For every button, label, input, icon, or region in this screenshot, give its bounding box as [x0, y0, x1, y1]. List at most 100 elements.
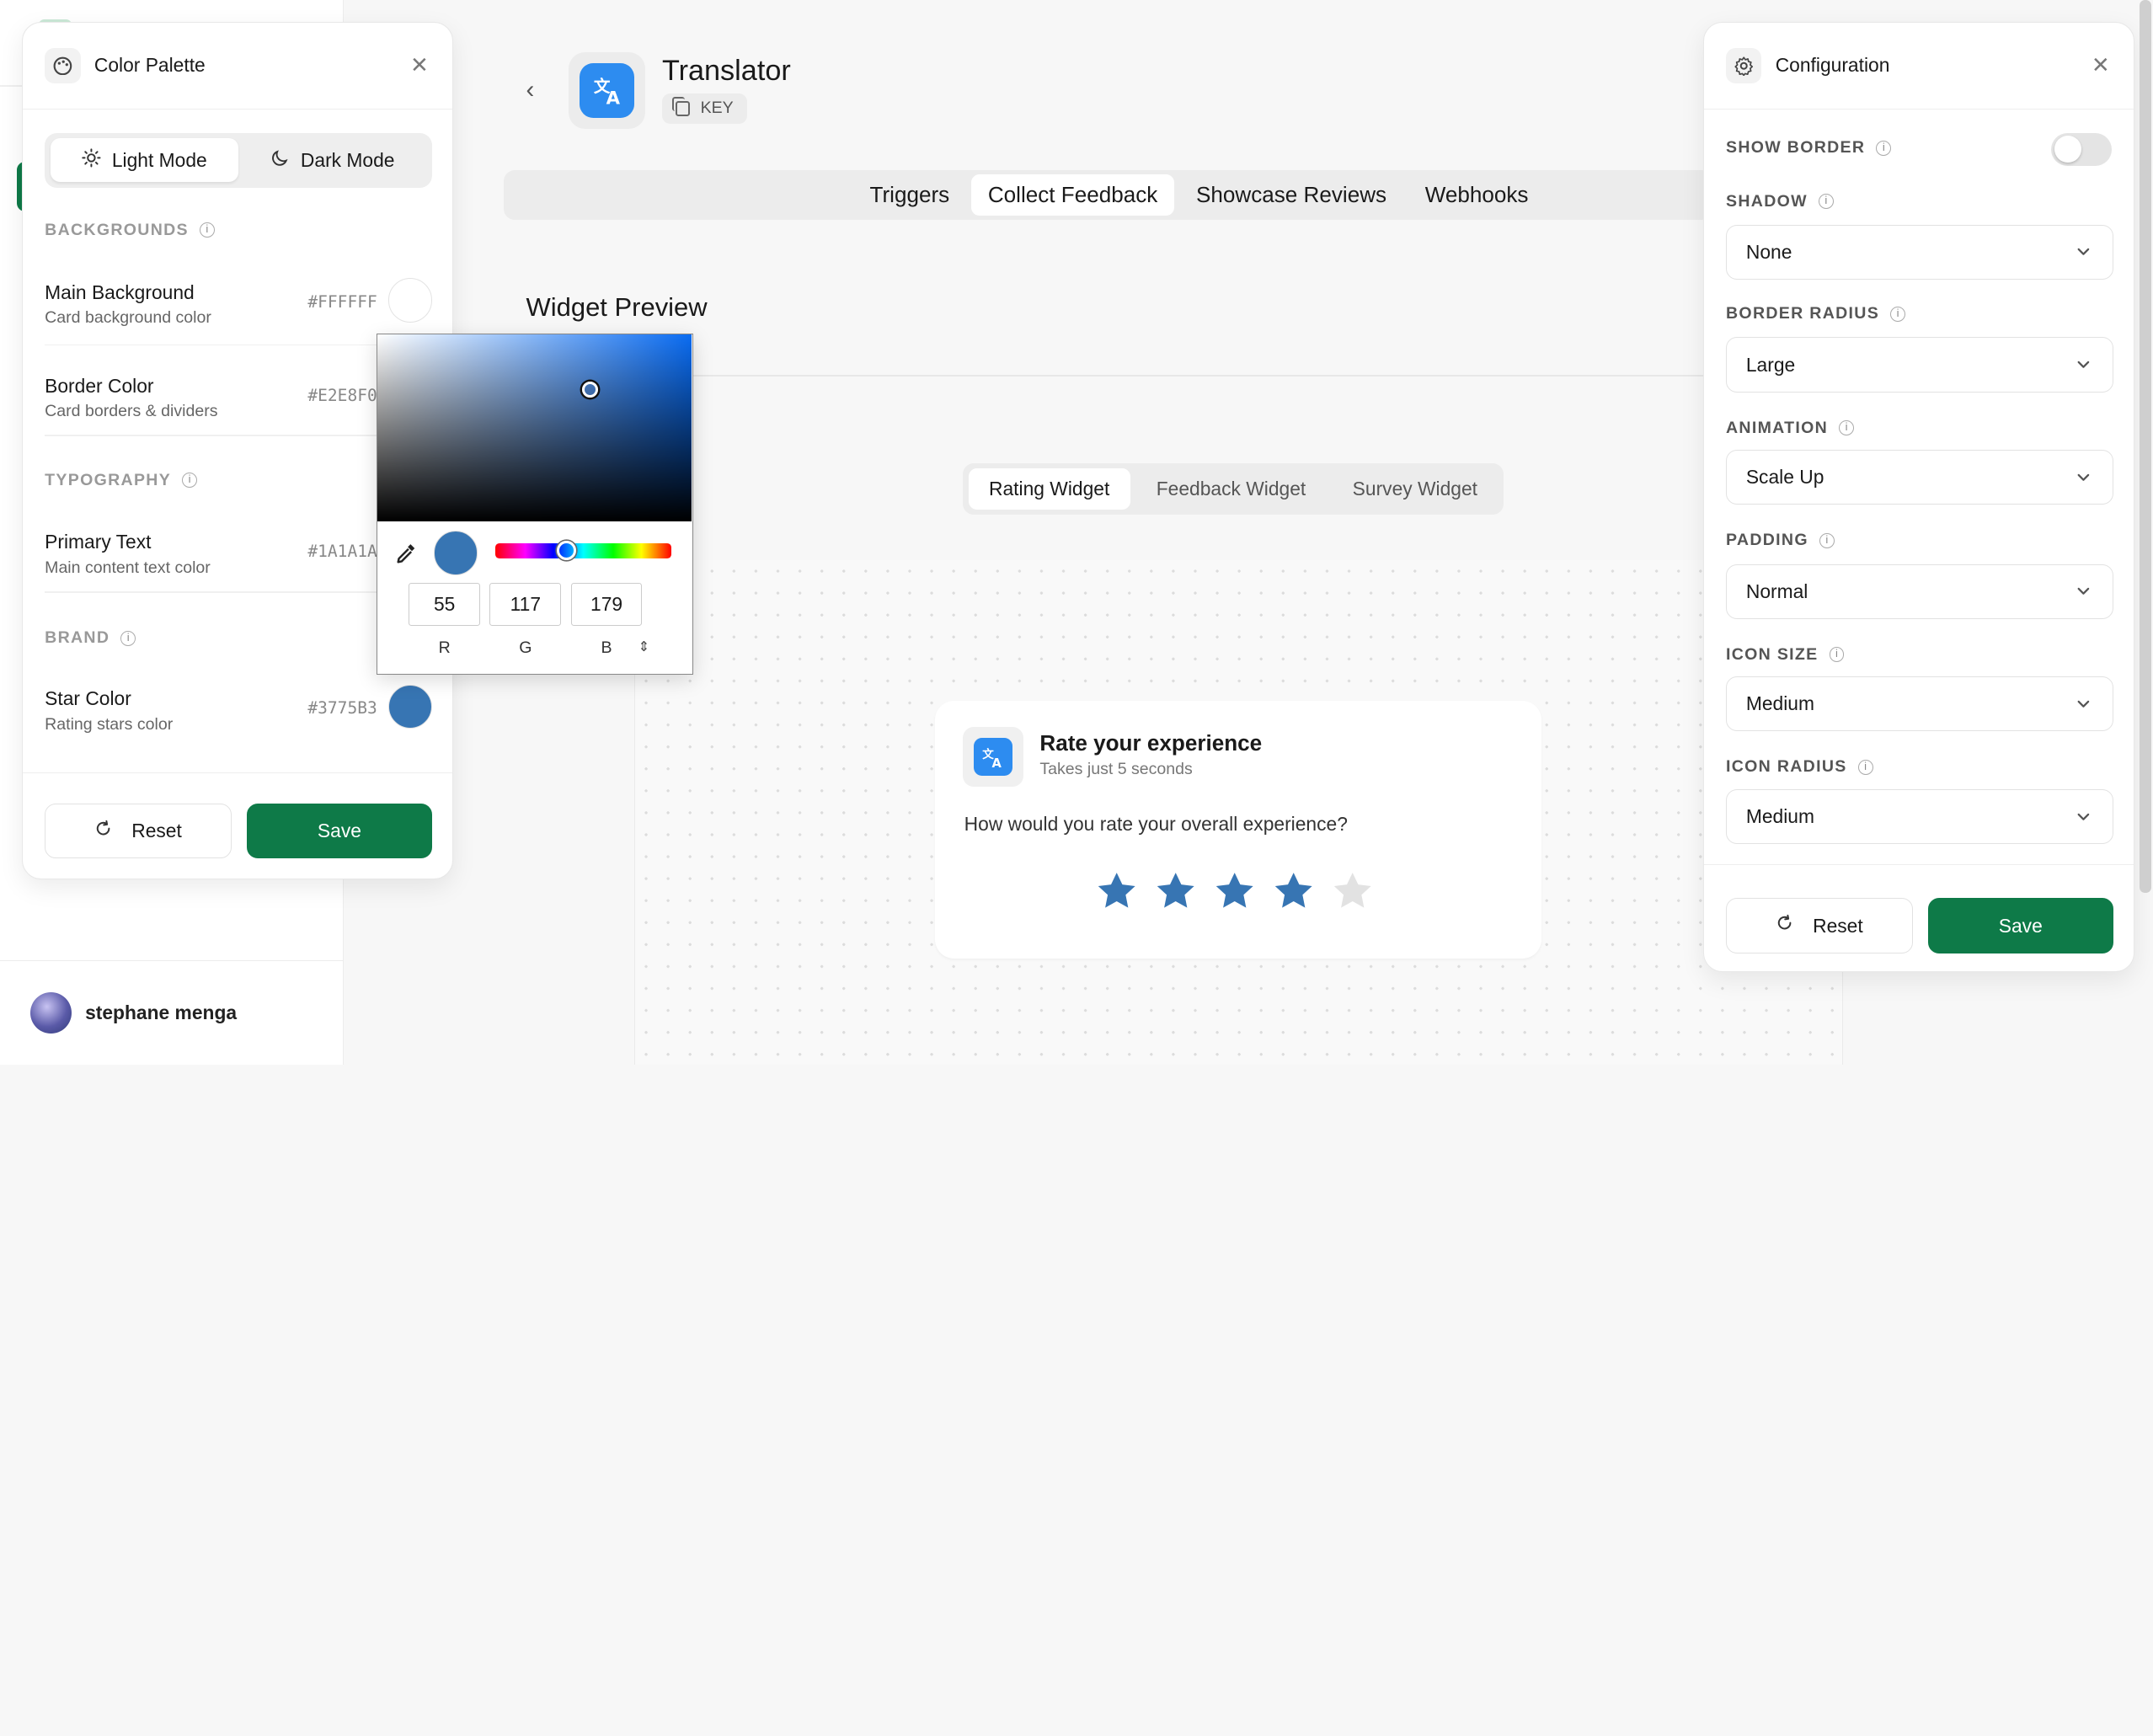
color-hex: #3775B3 [307, 698, 377, 718]
label-text: PADDING [1726, 531, 1808, 550]
chevron-down-icon [2077, 813, 2090, 820]
color-row-border-color[interactable]: Border Color Card borders & dividers #E2… [45, 371, 432, 441]
config-header: Configuration ✕ [1703, 23, 2134, 110]
show-border-toggle[interactable] [2051, 132, 2113, 166]
reset-label: Reset [1813, 914, 1863, 937]
shadow-label: SHADOW i [1726, 192, 1834, 211]
group-label-text: TYPOGRAPHY [45, 470, 172, 489]
color-row-star-color[interactable]: Star Color Rating stars color #3775B3 [45, 685, 432, 754]
star-filled-icon[interactable] [1270, 868, 1317, 915]
star-filled-icon[interactable] [1152, 868, 1199, 915]
icon-radius-select[interactable]: Medium [1726, 788, 2113, 845]
main-tabs: Triggers Collect Feedback Showcase Revie… [504, 170, 1713, 220]
saturation-handle[interactable] [581, 381, 599, 398]
color-name: Border Color [45, 374, 154, 397]
chevron-down-icon [2077, 700, 2090, 708]
refresh-icon [94, 820, 112, 842]
info-icon[interactable]: i [1819, 532, 1835, 548]
tab-feedback-widget[interactable]: Feedback Widget [1135, 468, 1326, 510]
info-icon[interactable]: i [120, 630, 136, 646]
star-filled-icon[interactable] [1211, 868, 1258, 915]
icon-size-label: ICON SIZE i [1726, 645, 1845, 665]
info-icon[interactable]: i [1890, 306, 1905, 322]
tab-webhooks[interactable]: Webhooks [1408, 174, 1545, 216]
info-icon[interactable]: i [1876, 140, 1892, 156]
config-footer: Reset Save [1703, 864, 2134, 971]
page-scrollbar[interactable] [2140, 0, 2151, 893]
widget-preview-title: Widget Preview [526, 292, 708, 323]
info-icon[interactable]: i [1829, 647, 1845, 663]
reset-button[interactable]: Reset [45, 803, 232, 859]
label-text: ICON RADIUS [1726, 757, 1847, 777]
group-label-backgrounds: BACKGROUNDS i [45, 221, 215, 240]
tab-rating-widget[interactable]: Rating Widget [968, 468, 1130, 510]
svg-text:A: A [992, 756, 1002, 769]
shadow-select[interactable]: None [1726, 224, 2113, 280]
dark-mode-button[interactable]: Dark Mode [238, 138, 426, 182]
hue-handle[interactable] [557, 540, 577, 560]
color-row-primary-text[interactable]: Primary Text Main content text color #1A… [45, 528, 432, 597]
star-empty-icon[interactable] [1329, 868, 1376, 915]
show-border-label: SHOW BORDER i [1726, 138, 1892, 158]
save-button[interactable]: Save [1927, 898, 2113, 953]
blue-label: B [601, 638, 612, 657]
hue-slider[interactable] [495, 540, 671, 560]
eyedropper-icon[interactable] [393, 541, 418, 565]
info-icon[interactable]: i [1857, 759, 1873, 775]
color-hex: #1A1A1A [307, 542, 377, 562]
icon-radius-label: ICON RADIUS i [1726, 757, 1873, 777]
palette-title: Color Palette [93, 54, 206, 77]
label-text: ANIMATION [1726, 418, 1829, 437]
chevron-down-icon [2077, 473, 2090, 481]
green-input[interactable]: 117 [489, 583, 562, 626]
info-icon[interactable]: i [199, 222, 215, 238]
blue-input[interactable]: 179 [570, 583, 643, 626]
padding-select[interactable]: Normal [1726, 564, 2113, 619]
color-hex: #E2E8F0 [307, 385, 377, 405]
reset-button[interactable]: Reset [1726, 898, 1913, 953]
padding-label: PADDING i [1726, 531, 1835, 550]
tab-showcase-reviews[interactable]: Showcase Reviews [1179, 174, 1402, 216]
group-label-brand: BRAND i [45, 628, 136, 648]
copy-key-button[interactable]: KEY [661, 93, 747, 124]
color-name: Main Background [45, 280, 195, 303]
info-icon[interactable]: i [1818, 194, 1834, 210]
red-input[interactable]: 55 [409, 583, 481, 626]
color-row-main-background[interactable]: Main Background Card background color #F… [45, 278, 432, 347]
widget-app-icon: 文A [963, 726, 1023, 788]
tab-triggers[interactable]: Triggers [853, 174, 966, 216]
color-picker-popover: 55 117 179 R G B ⇕ [376, 334, 694, 675]
select-value: Large [1745, 353, 1796, 376]
border-radius-select[interactable]: Large [1726, 337, 2113, 393]
info-icon[interactable]: i [1839, 420, 1855, 436]
saturation-value-area[interactable] [377, 334, 692, 521]
theme-mode-toggle: Light Mode Dark Mode [45, 132, 432, 188]
save-button[interactable]: Save [246, 803, 432, 859]
color-desc: Rating stars color [45, 714, 174, 734]
color-swatch[interactable] [387, 685, 432, 729]
animation-select[interactable]: Scale Up [1726, 450, 2113, 505]
moon-icon [270, 148, 290, 173]
user-profile[interactable]: stephane menga [0, 959, 343, 1065]
color-format-toggle-icon[interactable]: ⇕ [638, 638, 650, 655]
configuration-panel: Configuration ✕ SHOW BORDER i SHADOW i N… [1702, 22, 2134, 973]
tab-collect-feedback[interactable]: Collect Feedback [971, 174, 1174, 216]
user-name: stephane menga [85, 1001, 238, 1023]
light-mode-button[interactable]: Light Mode [50, 138, 239, 183]
color-swatch[interactable] [387, 278, 432, 323]
rgb-labels: R G B [409, 638, 642, 658]
rating-widget-card: 文A Rate your experience Takes just 5 sec… [935, 700, 1541, 959]
close-icon[interactable]: ✕ [409, 52, 430, 78]
star-filled-icon[interactable] [1093, 868, 1140, 915]
back-button[interactable]: ‹ [516, 77, 544, 104]
group-label-typography: TYPOGRAPHY i [45, 470, 198, 490]
tab-survey-widget[interactable]: Survey Widget [1332, 468, 1498, 510]
row-divider [45, 344, 432, 346]
close-icon[interactable]: ✕ [2090, 52, 2112, 78]
config-title: Configuration [1775, 54, 1890, 77]
color-desc: Main content text color [45, 558, 211, 577]
key-label: KEY [700, 99, 734, 118]
icon-size-select[interactable]: Medium [1726, 676, 2113, 732]
info-icon[interactable]: i [182, 473, 198, 489]
section-divider [526, 375, 1707, 377]
